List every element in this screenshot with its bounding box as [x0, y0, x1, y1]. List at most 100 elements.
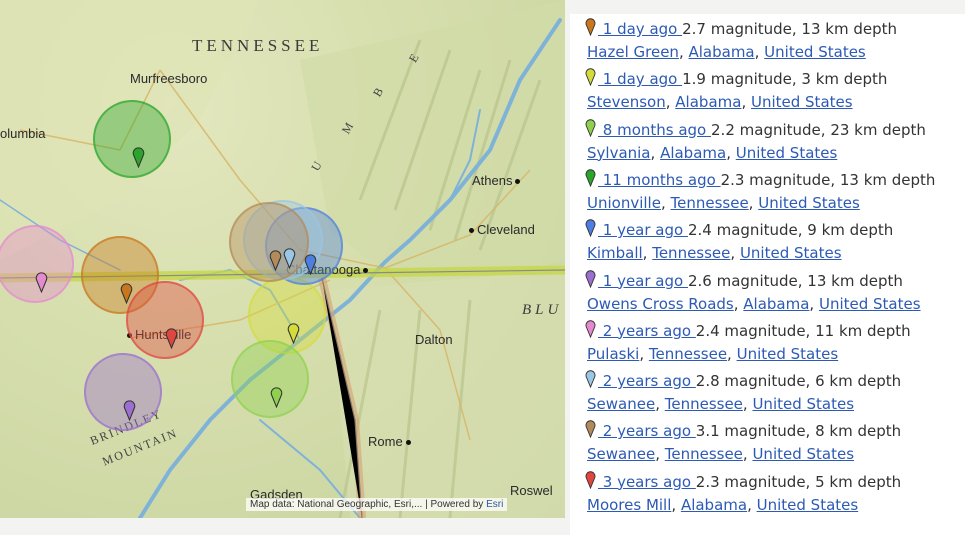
place-link[interactable]: Hazel Green	[587, 43, 679, 61]
place-label: Cleveland	[477, 222, 535, 237]
map-pin-icon	[585, 219, 596, 241]
place-rome: Rome	[368, 434, 414, 449]
map-pin-icon	[585, 320, 596, 342]
quake-time-link[interactable]: 3 years ago	[598, 473, 696, 491]
quake-time-link[interactable]: 2 years ago	[598, 422, 696, 440]
place-link[interactable]: Kimball	[587, 244, 643, 262]
place-link[interactable]: Stevenson	[587, 93, 666, 111]
separator: ,	[655, 445, 665, 464]
place-roswell: Roswel	[510, 483, 553, 498]
quake-list-item: 1 year ago 2.6 magnitude, 13 km depth	[585, 269, 903, 292]
quake-details: 2.8 magnitude, 6 km depth	[695, 372, 902, 391]
place-label: Roswel	[510, 483, 553, 498]
place-link[interactable]: Owens Cross Roads	[587, 295, 734, 313]
state-link[interactable]: Alabama	[743, 295, 809, 313]
state-link[interactable]: Alabama	[660, 144, 726, 162]
state-link[interactable]: Alabama	[681, 496, 747, 514]
quake-details: 2.3 magnitude, 13 km depth	[720, 170, 936, 189]
quake-list: 1 day ago 2.7 magnitude, 13 km depth Haze…	[570, 14, 965, 535]
quake-details: 3.1 magnitude, 8 km depth	[695, 422, 902, 441]
country-link[interactable]: United States	[819, 295, 921, 313]
place-label: Murfreesboro	[130, 71, 208, 86]
quake-time-link[interactable]: 2 years ago	[598, 372, 696, 390]
quake-details: 2.3 magnitude, 5 km depth	[695, 472, 902, 491]
separator: ,	[726, 143, 736, 162]
state-link[interactable]: Tennessee	[665, 445, 743, 463]
place-athens: Athens	[472, 173, 523, 188]
separator: ,	[733, 294, 744, 313]
quake-time-link[interactable]: 8 months ago	[598, 121, 711, 139]
country-link[interactable]: United States	[757, 496, 859, 514]
state-link[interactable]: Tennessee	[652, 244, 730, 262]
place-label: Dalton	[415, 332, 453, 347]
quake-location: Kimball, Tennessee, United States	[587, 244, 842, 262]
quake-list-item: 2 years ago 2.4 magnitude, 11 km depth	[585, 320, 911, 342]
separator: ,	[747, 495, 757, 514]
state-link[interactable]: Tennessee	[665, 395, 743, 413]
quake-list-item: 3 years ago 2.3 magnitude, 5 km depth	[585, 471, 901, 493]
quake-list-item: 1 day ago 2.7 magnitude, 13 km depth	[585, 18, 897, 40]
place-link[interactable]: Sewanee	[587, 445, 655, 463]
country-link[interactable]: United States	[752, 395, 854, 413]
quake-location: Moores Mill, Alabama, United States	[587, 496, 858, 514]
quake-list-item: 1 year ago 2.4 magnitude, 9 km depth	[585, 219, 893, 241]
city-dot	[405, 440, 411, 446]
esri-link[interactable]: Esri	[486, 499, 503, 510]
separator: ,	[639, 344, 649, 363]
country-link[interactable]: United States	[736, 144, 838, 162]
quake-time-link[interactable]: 1 day ago	[598, 70, 682, 88]
country-link[interactable]: United States	[751, 93, 853, 111]
state-label-tennessee: TENNESSEE	[192, 36, 324, 55]
quake-location: Hazel Green, Alabama, United States	[587, 43, 866, 61]
separator: ,	[655, 395, 665, 414]
separator: ,	[730, 244, 740, 263]
quake-location: Owens Cross Roads, Alabama, United State…	[587, 295, 921, 313]
quake-time-link[interactable]: 2 years ago	[598, 322, 696, 340]
separator: ,	[727, 344, 737, 363]
quake-details: 2.2 magnitude, 23 km depth	[711, 120, 926, 139]
place-link[interactable]: Pulaski	[587, 345, 639, 363]
separator: ,	[650, 143, 661, 162]
country-link[interactable]: United States	[737, 345, 839, 363]
place-link[interactable]: Sylvania	[587, 144, 651, 162]
map-pin-icon	[585, 471, 596, 493]
separator: ,	[665, 93, 676, 112]
place-cleveland: Cleveland	[466, 222, 535, 237]
place-link[interactable]: Moores Mill	[587, 496, 671, 514]
state-link[interactable]: Alabama	[688, 43, 754, 61]
state-link[interactable]: Alabama	[675, 93, 741, 111]
quake-list-item: 2 years ago 3.1 magnitude, 8 km depth	[585, 420, 901, 442]
quake-details: 2.6 magnitude, 13 km depth	[687, 271, 903, 290]
quake-location: Pulaski, Tennessee, United States	[587, 345, 838, 363]
city-dot	[515, 179, 521, 185]
quake-time-link[interactable]: 1 day ago	[598, 20, 682, 38]
place-link[interactable]: Sewanee	[587, 395, 655, 413]
place-label: Rome	[368, 434, 403, 449]
state-link[interactable]: Tennessee	[671, 194, 749, 212]
country-link[interactable]: United States	[764, 43, 866, 61]
place-link[interactable]: Unionville	[587, 194, 661, 212]
quake-time-link[interactable]: 11 months ago	[598, 171, 721, 189]
country-link[interactable]: United States	[752, 445, 854, 463]
place-murfreesboro: Murfreesboro	[130, 71, 207, 86]
quake-list-item: 11 months ago 2.3 magnitude, 13 km depth	[585, 169, 935, 191]
separator: ,	[748, 193, 759, 212]
quake-details: 2.4 magnitude, 11 km depth	[695, 321, 911, 340]
quake-location: Stevenson, Alabama, United States	[587, 93, 853, 111]
quake-time-link[interactable]: 1 year ago	[598, 272, 688, 290]
map-pin-icon	[585, 269, 596, 292]
map-attribution: Map data: National Geographic, Esri,... …	[246, 498, 508, 511]
separator: ,	[660, 193, 671, 212]
map-pin-icon	[585, 370, 596, 392]
quake-details: 1.9 magnitude, 3 km depth	[682, 70, 888, 89]
place-label: olumbia	[0, 126, 46, 141]
quake-time-link[interactable]: 1 year ago	[598, 221, 688, 239]
state-link[interactable]: Tennessee	[649, 345, 727, 363]
country-link[interactable]: United States	[740, 244, 842, 262]
map-pin-icon	[585, 169, 596, 191]
quake-list-item: 1 day ago 1.9 magnitude, 3 km depth	[585, 68, 887, 90]
quake-location: Unionville, Tennessee, United States	[587, 194, 860, 212]
country-link[interactable]: United States	[758, 194, 860, 212]
earthquake-map[interactable]: TENNESSEE BLU E B M U BRINDLEY MOUNTAIN …	[0, 0, 565, 518]
separator: ,	[642, 244, 653, 263]
